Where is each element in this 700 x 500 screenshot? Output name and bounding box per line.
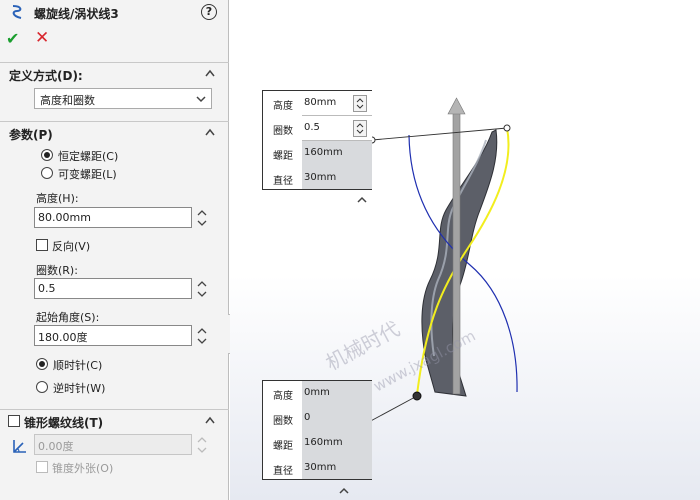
bottom-dimension-callout: 高度 0mm 圈数 0 螺距 160mm 直径 30mm — [262, 380, 372, 480]
graphics-viewport[interactable]: 机械时代 www.jxagl.com 高度 80mm 圈数 0.5 螺距 160… — [230, 0, 700, 500]
height-label: 高度(H): — [36, 192, 79, 205]
taper-checkbox[interactable] — [8, 415, 20, 427]
callout-value: 0mm — [304, 387, 330, 398]
callout-value: 30mm — [304, 462, 337, 473]
callout-value: 30mm — [304, 172, 337, 183]
collapse-icon[interactable] — [205, 416, 215, 424]
top-endpoint-handle — [503, 124, 511, 132]
revolutions-value: 0.5 — [38, 282, 56, 295]
start-angle-label: 起始角度(S): — [36, 311, 100, 324]
callout-value[interactable]: 80mm — [304, 97, 336, 108]
height-value: 80.00mm — [38, 211, 91, 224]
feature-title: 螺旋线/涡状线3 — [34, 7, 119, 21]
help-icon[interactable]: ? — [201, 4, 217, 20]
params-label: 参数(P) — [9, 128, 53, 142]
callout-key: 螺距 — [273, 151, 293, 162]
callout-key: 直径 — [273, 176, 293, 187]
ok-button[interactable]: ✔ — [6, 29, 19, 48]
constant-pitch-label: 恒定螺距(C) — [58, 150, 119, 163]
helix-icon — [12, 5, 22, 19]
clockwise-label: 顺时针(C) — [53, 359, 103, 372]
callout-value: 160mm — [304, 437, 343, 448]
callout-value[interactable]: 0.5 — [304, 122, 320, 133]
axis-arrow-icon — [447, 97, 466, 115]
height-field[interactable]: 80.00mm — [34, 207, 192, 228]
chevron-up-icon[interactable] — [338, 486, 350, 494]
constant-pitch-radio[interactable] — [41, 149, 53, 161]
collapse-icon[interactable] — [205, 69, 215, 77]
taper-angle-icon — [13, 440, 26, 453]
collapse-icon[interactable] — [205, 128, 215, 136]
callout-row: 圈数 0 — [263, 406, 373, 431]
start-angle-field[interactable]: 180.00度 — [34, 325, 192, 346]
cancel-button[interactable]: ✕ — [35, 28, 49, 48]
top-dimension-callout: 高度 80mm 圈数 0.5 螺距 160mm 直径 30mm — [262, 90, 372, 190]
variable-pitch-radio[interactable] — [41, 167, 53, 179]
revolutions-label: 圈数(R): — [36, 264, 78, 277]
taper-angle-spinner[interactable] — [196, 434, 208, 456]
callout-row[interactable]: 圈数 0.5 — [263, 116, 373, 141]
taper-angle-value: 0.00度 — [38, 440, 74, 453]
taper-label: 锥形螺纹线(T) — [24, 416, 104, 430]
chevron-down-icon — [196, 96, 206, 103]
callout-value: 160mm — [304, 147, 343, 158]
title-bar: 螺旋线/涡状线3 ? — [0, 0, 229, 24]
callout-row: 螺距 160mm — [263, 141, 373, 166]
bottom-endpoint-handle — [412, 391, 422, 401]
taper-outward-label: 锥度外张(O) — [52, 462, 114, 475]
taper-section-header[interactable]: 锥形螺纹线(T) — [0, 409, 229, 431]
callout-row: 直径 30mm — [263, 456, 373, 481]
counterclockwise-label: 逆时针(W) — [53, 382, 106, 395]
callout-row: 高度 0mm — [263, 381, 373, 406]
definition-section-header[interactable]: 定义方式(D): — [0, 62, 229, 84]
start-angle-value: 180.00度 — [38, 331, 88, 344]
chevron-up-icon[interactable] — [356, 195, 368, 203]
callout-key: 圈数 — [273, 416, 293, 427]
clockwise-radio[interactable] — [36, 358, 48, 370]
definition-selected: 高度和圈数 — [40, 94, 95, 107]
height-spinner[interactable] — [196, 207, 208, 229]
callout-key: 高度 — [273, 391, 293, 402]
callout-row: 直径 30mm — [263, 166, 373, 191]
callout-row: 螺距 160mm — [263, 431, 373, 456]
callout-row[interactable]: 高度 80mm — [263, 91, 373, 116]
callout-key: 高度 — [273, 101, 293, 112]
counterclockwise-radio[interactable] — [36, 381, 48, 393]
params-section-header[interactable]: 参数(P) — [0, 121, 229, 143]
callout-key: 螺距 — [273, 441, 293, 452]
definition-select[interactable]: 高度和圈数 — [34, 88, 212, 109]
callout-value: 0 — [304, 412, 311, 423]
callout-key: 直径 — [273, 466, 293, 477]
reverse-checkbox[interactable] — [36, 239, 48, 251]
reverse-label: 反向(V) — [52, 240, 91, 253]
revolutions-spinner[interactable] — [196, 278, 208, 300]
callout-key: 圈数 — [273, 126, 293, 137]
definition-label: 定义方式(D): — [9, 69, 83, 83]
spinner-icon[interactable] — [353, 95, 367, 112]
start-angle-spinner[interactable] — [196, 325, 208, 347]
taper-angle-field[interactable]: 0.00度 — [34, 434, 192, 455]
revolutions-field[interactable]: 0.5 — [34, 278, 192, 299]
taper-outward-checkbox[interactable] — [36, 461, 48, 473]
top-leader-line — [371, 127, 508, 141]
variable-pitch-label: 可变螺距(L) — [58, 168, 117, 181]
property-manager: 螺旋线/涡状线3 ? ✔ ✕ 定义方式(D): 高度和圈数 参数(P) 恒定螺距… — [0, 0, 229, 500]
spinner-icon[interactable] — [353, 120, 367, 137]
